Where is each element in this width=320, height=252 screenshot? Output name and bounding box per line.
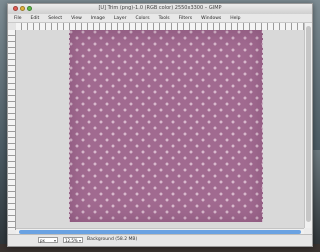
menu-image[interactable]: Image — [91, 16, 105, 21]
menu-tools[interactable]: Tools — [159, 16, 170, 21]
window-title: [U] Trim (png)-1.0 (RGB color) 2550x3300… — [98, 5, 222, 11]
menu-help[interactable]: Help — [230, 16, 240, 21]
status-message: Background (58.2 MB) — [87, 237, 138, 242]
menu-layer[interactable]: Layer — [114, 16, 127, 21]
chevron-down-icon: ▾ — [53, 238, 56, 243]
menu-filters[interactable]: Filters — [179, 16, 193, 21]
chevron-down-icon: ▾ — [78, 238, 81, 243]
canvas-area[interactable] — [16, 30, 306, 228]
unit-value: px — [40, 238, 45, 243]
menu-view[interactable]: View — [71, 16, 82, 21]
menu-bar: File Edit Select View Image Layer Colors… — [8, 14, 312, 23]
zoom-value: 12.5% — [65, 238, 78, 243]
status-bar: px ▾ 12.5% ▾ Background (58.2 MB) — [8, 234, 312, 246]
menu-select[interactable]: Select — [48, 16, 62, 21]
menu-colors[interactable]: Colors — [135, 16, 149, 21]
menu-edit[interactable]: Edit — [31, 16, 40, 21]
vertical-ruler[interactable] — [8, 30, 16, 230]
unit-dropdown[interactable]: px ▾ — [38, 237, 58, 243]
menu-windows[interactable]: Windows — [201, 16, 221, 21]
menu-file[interactable]: File — [14, 16, 22, 21]
vertical-scrollbar[interactable] — [304, 23, 312, 228]
image-canvas[interactable] — [69, 30, 263, 222]
vertical-scrollbar-thumb[interactable] — [306, 26, 311, 222]
gimp-image-window: [U] Trim (png)-1.0 (RGB color) 2550x3300… — [7, 3, 313, 247]
zoom-dropdown[interactable]: 12.5% ▾ — [63, 237, 83, 243]
